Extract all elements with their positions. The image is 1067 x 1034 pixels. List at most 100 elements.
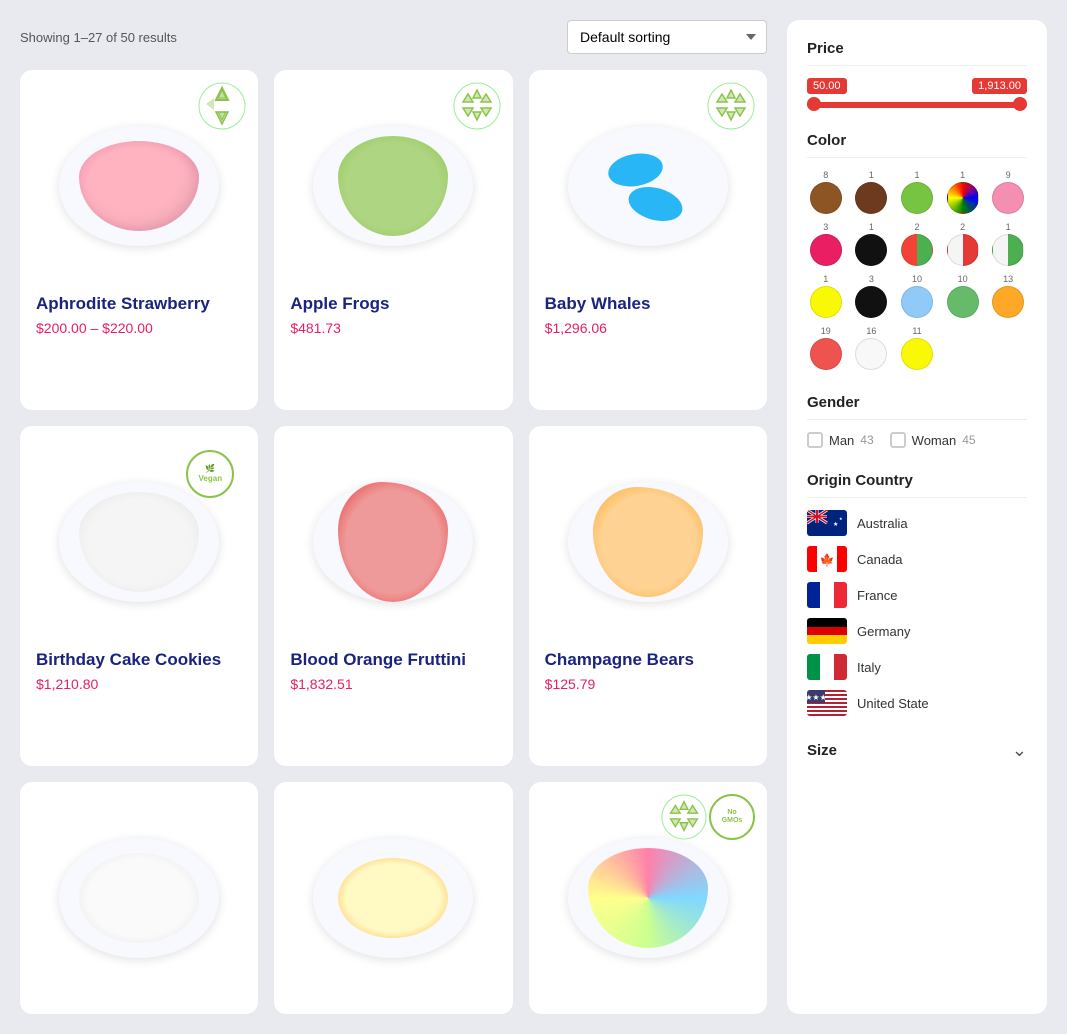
country-canada[interactable]: 🍁 Canada xyxy=(807,546,1027,572)
product-card[interactable]: NoGMOs xyxy=(529,782,767,1014)
color-swatch-item[interactable]: 1 xyxy=(989,222,1027,266)
color-count: 2 xyxy=(914,222,919,232)
price-slider-thumb-left[interactable] xyxy=(807,97,821,111)
color-swatch-item[interactable]: 10 xyxy=(944,274,982,318)
color-swatch[interactable] xyxy=(901,234,933,266)
product-card[interactable]: Blood Orange Fruttini $1,832.51 xyxy=(274,426,512,766)
svg-text:★: ★ xyxy=(839,516,843,521)
product-info: Champagne Bears $125.79 xyxy=(545,650,751,692)
color-swatch-item[interactable]: 1 xyxy=(898,170,936,214)
color-swatch-item[interactable]: 1 xyxy=(944,170,982,214)
color-swatch[interactable] xyxy=(855,338,887,370)
color-swatch[interactable] xyxy=(992,182,1024,214)
color-count: 3 xyxy=(869,274,874,284)
color-count: 10 xyxy=(958,274,968,284)
gender-woman-option[interactable]: Woman 45 xyxy=(890,432,976,448)
product-info: Aphrodite Strawberry $200.00 – $220.00 xyxy=(36,294,242,336)
country-australia[interactable]: ★ ★ Australia xyxy=(807,510,1027,536)
color-swatch-item[interactable]: 19 xyxy=(807,326,845,370)
color-count: 9 xyxy=(1006,170,1011,180)
color-swatch[interactable] xyxy=(901,338,933,370)
color-swatch-item[interactable]: 2 xyxy=(898,222,936,266)
product-image-container xyxy=(290,442,496,642)
color-swatch[interactable] xyxy=(855,234,887,266)
color-swatch[interactable] xyxy=(947,286,979,318)
color-swatch-item[interactable]: 16 xyxy=(853,326,891,370)
product-image-container xyxy=(545,86,751,286)
color-swatch-item[interactable]: 1 xyxy=(807,274,845,318)
color-swatch[interactable] xyxy=(855,286,887,318)
color-swatch[interactable] xyxy=(947,234,979,266)
country-name: Australia xyxy=(857,516,908,531)
color-swatch-item[interactable]: 13 xyxy=(989,274,1027,318)
product-dish xyxy=(59,838,219,958)
color-swatch-item[interactable]: 1 xyxy=(853,222,891,266)
gender-man-option[interactable]: Man 43 xyxy=(807,432,874,448)
product-name: Champagne Bears xyxy=(545,650,751,670)
price-slider-thumb-right[interactable] xyxy=(1013,97,1027,111)
color-swatch-item[interactable]: 3 xyxy=(853,274,891,318)
main-content: Showing 1–27 of 50 results Default sorti… xyxy=(20,20,767,1014)
color-swatch[interactable] xyxy=(901,286,933,318)
product-card[interactable]: Apple Frogs $481.73 xyxy=(274,70,512,410)
product-info: Birthday Cake Cookies $1,210.80 xyxy=(36,650,242,692)
product-card[interactable]: 🌿Vegan Birthday Cake Cookies $1,210.80 xyxy=(20,426,258,766)
color-swatch[interactable] xyxy=(901,182,933,214)
country-germany[interactable]: Germany xyxy=(807,618,1027,644)
sort-select[interactable]: Default sortingSort by popularitySort by… xyxy=(567,20,767,54)
color-swatch-item[interactable]: 1 xyxy=(853,170,891,214)
color-swatch[interactable] xyxy=(992,286,1024,318)
gender-woman-checkbox[interactable] xyxy=(890,432,906,448)
color-count: 2 xyxy=(960,222,965,232)
color-swatch[interactable] xyxy=(810,234,842,266)
color-swatch[interactable] xyxy=(810,286,842,318)
candy-visual xyxy=(79,492,199,592)
color-swatch-item[interactable]: 2 xyxy=(944,222,982,266)
country-united-state[interactable]: ★★★ United State xyxy=(807,690,1027,716)
product-card[interactable]: Baby Whales $1,296.06 xyxy=(529,70,767,410)
gender-filter: Gender Man 43 Woman 45 xyxy=(807,394,1027,448)
product-card[interactable] xyxy=(20,782,258,1014)
product-card[interactable]: Champagne Bears $125.79 xyxy=(529,426,767,766)
color-swatch-item[interactable]: 3 xyxy=(807,222,845,266)
product-card[interactable] xyxy=(274,782,512,1014)
badge-group: NoGMOs xyxy=(661,794,755,840)
price-filter: Price 50.00 1,913.00 xyxy=(807,40,1027,108)
product-image-container: 🌿Vegan xyxy=(36,442,242,642)
candy-visual xyxy=(79,141,199,231)
price-slider-track[interactable] xyxy=(807,102,1027,108)
color-swatch-item[interactable]: 8 xyxy=(807,170,845,214)
gender-woman-count: 45 xyxy=(962,433,975,447)
gender-man-label: Man xyxy=(829,433,854,448)
price-slider-fill xyxy=(807,102,1027,108)
color-swatch[interactable] xyxy=(947,182,979,214)
country-italy[interactable]: Italy xyxy=(807,654,1027,680)
size-filter-header[interactable]: Size ⌄ xyxy=(807,740,1027,761)
color-swatch[interactable] xyxy=(810,182,842,214)
candy-visual xyxy=(338,136,448,236)
product-dish xyxy=(59,482,219,602)
gender-man-checkbox[interactable] xyxy=(807,432,823,448)
color-swatch[interactable] xyxy=(855,182,887,214)
color-swatch[interactable] xyxy=(992,234,1024,266)
country-name: France xyxy=(857,588,897,603)
country-france[interactable]: France xyxy=(807,582,1027,608)
color-swatch-item[interactable]: 10 xyxy=(898,274,936,318)
color-swatch-item[interactable]: 11 xyxy=(898,326,936,370)
product-name: Aphrodite Strawberry xyxy=(36,294,242,314)
size-filter: Size ⌄ xyxy=(807,740,1027,761)
color-swatch[interactable] xyxy=(810,338,842,370)
product-name: Birthday Cake Cookies xyxy=(36,650,242,670)
product-dish xyxy=(313,126,473,246)
star-of-david-icon xyxy=(707,82,755,130)
product-card[interactable]: Aphrodite Strawberry $200.00 – $220.00 xyxy=(20,70,258,410)
candy-visual xyxy=(79,853,199,943)
product-dish xyxy=(568,838,728,958)
candy-visual xyxy=(338,482,448,602)
star-badge-container xyxy=(453,82,501,135)
product-dish xyxy=(313,838,473,958)
color-swatch-item[interactable]: 9 xyxy=(989,170,1027,214)
product-image-container xyxy=(36,798,242,998)
price-max: 1,913.00 xyxy=(972,78,1027,94)
product-name: Apple Frogs xyxy=(290,294,496,314)
